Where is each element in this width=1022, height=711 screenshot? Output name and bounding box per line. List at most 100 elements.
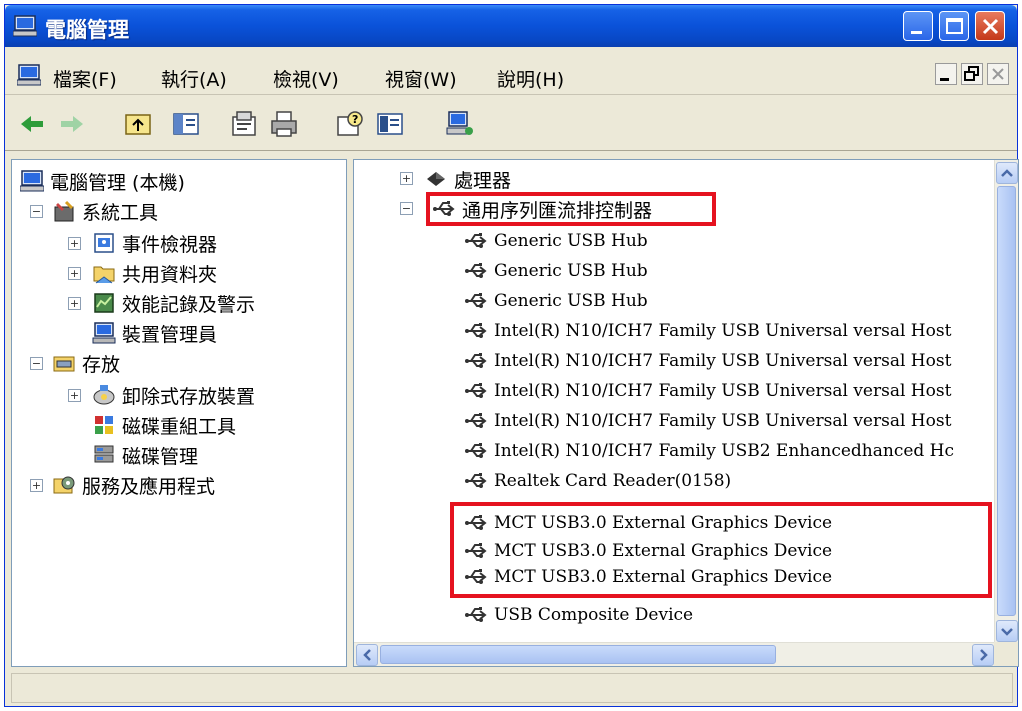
horizontal-scroll-thumb[interactable]: [380, 645, 776, 664]
usb-device-row[interactable]: Intel(R) N10/ICH7 Family USB Universal v…: [464, 316, 951, 346]
tree-label: Intel(R) N10/ICH7 Family USB Universal v…: [494, 411, 952, 431]
usb-device-row[interactable]: Generic USB Hub: [464, 226, 648, 256]
chevron-right-icon: [980, 649, 988, 661]
usb-icon: [465, 383, 487, 398]
tree-label: 事件檢視器: [122, 233, 218, 256]
close-button[interactable]: [975, 11, 1005, 41]
vertical-scroll-thumb[interactable]: [997, 186, 1016, 616]
usb-device-row[interactable]: Intel(R) N10/ICH7 Family USB Universal v…: [464, 346, 951, 376]
tree-item-performance-logs[interactable]: 效能記錄及警示: [92, 288, 255, 318]
horizontal-scrollbar[interactable]: [354, 642, 996, 666]
minimize-button[interactable]: [903, 11, 933, 41]
usb-icon: [465, 263, 487, 278]
expand-toggle[interactable]: +: [68, 267, 81, 280]
usb-device-row[interactable]: USB Composite Device: [464, 600, 693, 630]
tree-label: Intel(R) N10/ICH7 Family USB Universal v…: [494, 351, 952, 371]
usb-device-row[interactable]: Realtek Card Reader(0158): [464, 466, 731, 496]
scroll-right-button[interactable]: [972, 644, 994, 666]
minimize-icon: [911, 31, 922, 34]
computer-toolbar-button[interactable]: [445, 109, 475, 139]
chevron-left-icon: [363, 649, 371, 661]
usb-controllers-highlight: [426, 192, 716, 226]
tree-item-device-manager[interactable]: 裝置管理員: [92, 318, 217, 348]
show-hide-tree-icon: [173, 113, 199, 135]
tree-item-event-viewer[interactable]: 事件檢視器: [92, 228, 217, 258]
child-restore-button[interactable]: [961, 63, 983, 85]
tree-item-disk-defragmenter[interactable]: 磁碟重組工具: [92, 410, 236, 440]
expand-toggle[interactable]: +: [68, 237, 81, 250]
close-icon: [992, 68, 1004, 80]
scroll-left-button[interactable]: [356, 644, 378, 666]
print-icon: [271, 111, 297, 137]
device-category-processors[interactable]: 處理器: [424, 164, 511, 194]
tree-label: 磁碟管理: [122, 445, 199, 468]
usb-device-row[interactable]: Intel(R) N10/ICH7 Family USB Universal v…: [464, 376, 951, 406]
child-close-button[interactable]: [987, 63, 1009, 85]
tree-item-system-tools[interactable]: 系統工具: [52, 196, 158, 226]
vertical-scrollbar[interactable]: [994, 160, 1018, 644]
usb-device-row[interactable]: Intel(R) N10/ICH7 Family USB Universal v…: [464, 406, 951, 436]
usb-icon: [465, 443, 487, 458]
computer-icon: [17, 64, 41, 86]
computer-management-window: 電腦管理 檔案(F) 執行(A) 檢視(V) 視窗(W) 說明(H) ? 電腦管…: [4, 4, 1019, 707]
tree-item-shared-folders[interactable]: 共用資料夾: [92, 258, 217, 288]
restore-icon: [964, 66, 979, 81]
tree-label: Intel(R) N10/ICH7 Family USB2 Enhancedha…: [494, 441, 955, 461]
tree-label: 電腦管理 (本機): [50, 171, 185, 194]
expand-toggle[interactable]: +: [30, 479, 43, 492]
properties-button[interactable]: [229, 109, 259, 139]
tree-label: Realtek Card Reader(0158): [494, 471, 732, 491]
usb-device-row[interactable]: Generic USB Hub: [464, 256, 648, 286]
collapse-toggle[interactable]: −: [30, 357, 43, 370]
title-bar[interactable]: 電腦管理: [5, 5, 1017, 47]
scroll-up-button[interactable]: [996, 162, 1018, 184]
expand-toggle[interactable]: +: [68, 389, 81, 402]
collapse-toggle[interactable]: −: [400, 202, 413, 215]
expand-toggle[interactable]: +: [68, 297, 81, 310]
tree-label: 處理器: [454, 169, 512, 192]
performance-icon: [94, 293, 114, 313]
tree-label: Generic USB Hub: [494, 291, 648, 311]
tree-label: 裝置管理員: [122, 323, 218, 346]
collapse-toggle[interactable]: −: [30, 205, 43, 218]
tree-item-storage[interactable]: 存放: [52, 348, 120, 378]
menu-view[interactable]: 檢視(V): [273, 65, 339, 92]
computer-icon: [446, 111, 473, 135]
usb-icon: [465, 233, 487, 248]
usb-icon: [465, 353, 487, 368]
device-tree-pane: + 處理器 − 通用序列匯流排控制器 Generic USB Hub Gener…: [353, 159, 1019, 667]
mct-devices-highlight: [450, 502, 992, 598]
menu-action[interactable]: 執行(A): [161, 65, 227, 92]
event-viewer-icon: [94, 233, 114, 253]
up-folder-icon: [125, 114, 151, 135]
menu-window[interactable]: 視窗(W): [385, 65, 457, 92]
expand-toggle[interactable]: +: [400, 172, 413, 185]
back-button[interactable]: [17, 109, 47, 139]
usb-icon: [465, 413, 487, 428]
tree-item-services-applications[interactable]: 服務及應用程式: [52, 470, 215, 500]
tree-item-computer-management[interactable]: 電腦管理 (本機): [20, 166, 185, 196]
up-one-level-button[interactable]: [123, 109, 153, 139]
console-button[interactable]: [375, 109, 405, 139]
tree-item-disk-management[interactable]: 磁碟管理: [92, 440, 198, 470]
usb-icon: [465, 473, 487, 488]
menu-help[interactable]: 說明(H): [497, 65, 564, 92]
close-icon: [982, 18, 999, 35]
help-button[interactable]: ?: [335, 109, 365, 139]
forward-button[interactable]: [57, 109, 87, 139]
maximize-button[interactable]: [939, 11, 969, 41]
tree-label: 服務及應用程式: [82, 475, 216, 498]
tree-item-removable-storage[interactable]: 卸除式存放裝置: [92, 380, 255, 410]
usb-device-row[interactable]: Generic USB Hub: [464, 286, 648, 316]
device-manager-icon: [92, 322, 116, 344]
usb-device-row[interactable]: Intel(R) N10/ICH7 Family USB2 Enhancedha…: [464, 436, 954, 466]
print-button[interactable]: [269, 109, 299, 139]
tree-label: Generic USB Hub: [494, 231, 648, 251]
scroll-down-button[interactable]: [996, 620, 1018, 642]
help-icon: ?: [337, 111, 363, 136]
show-hide-tree-button[interactable]: [171, 109, 201, 139]
processor-icon: [427, 172, 445, 186]
child-minimize-button[interactable]: [935, 63, 957, 85]
tree-label: 存放: [82, 353, 121, 376]
menu-file[interactable]: 檔案(F): [53, 65, 117, 92]
